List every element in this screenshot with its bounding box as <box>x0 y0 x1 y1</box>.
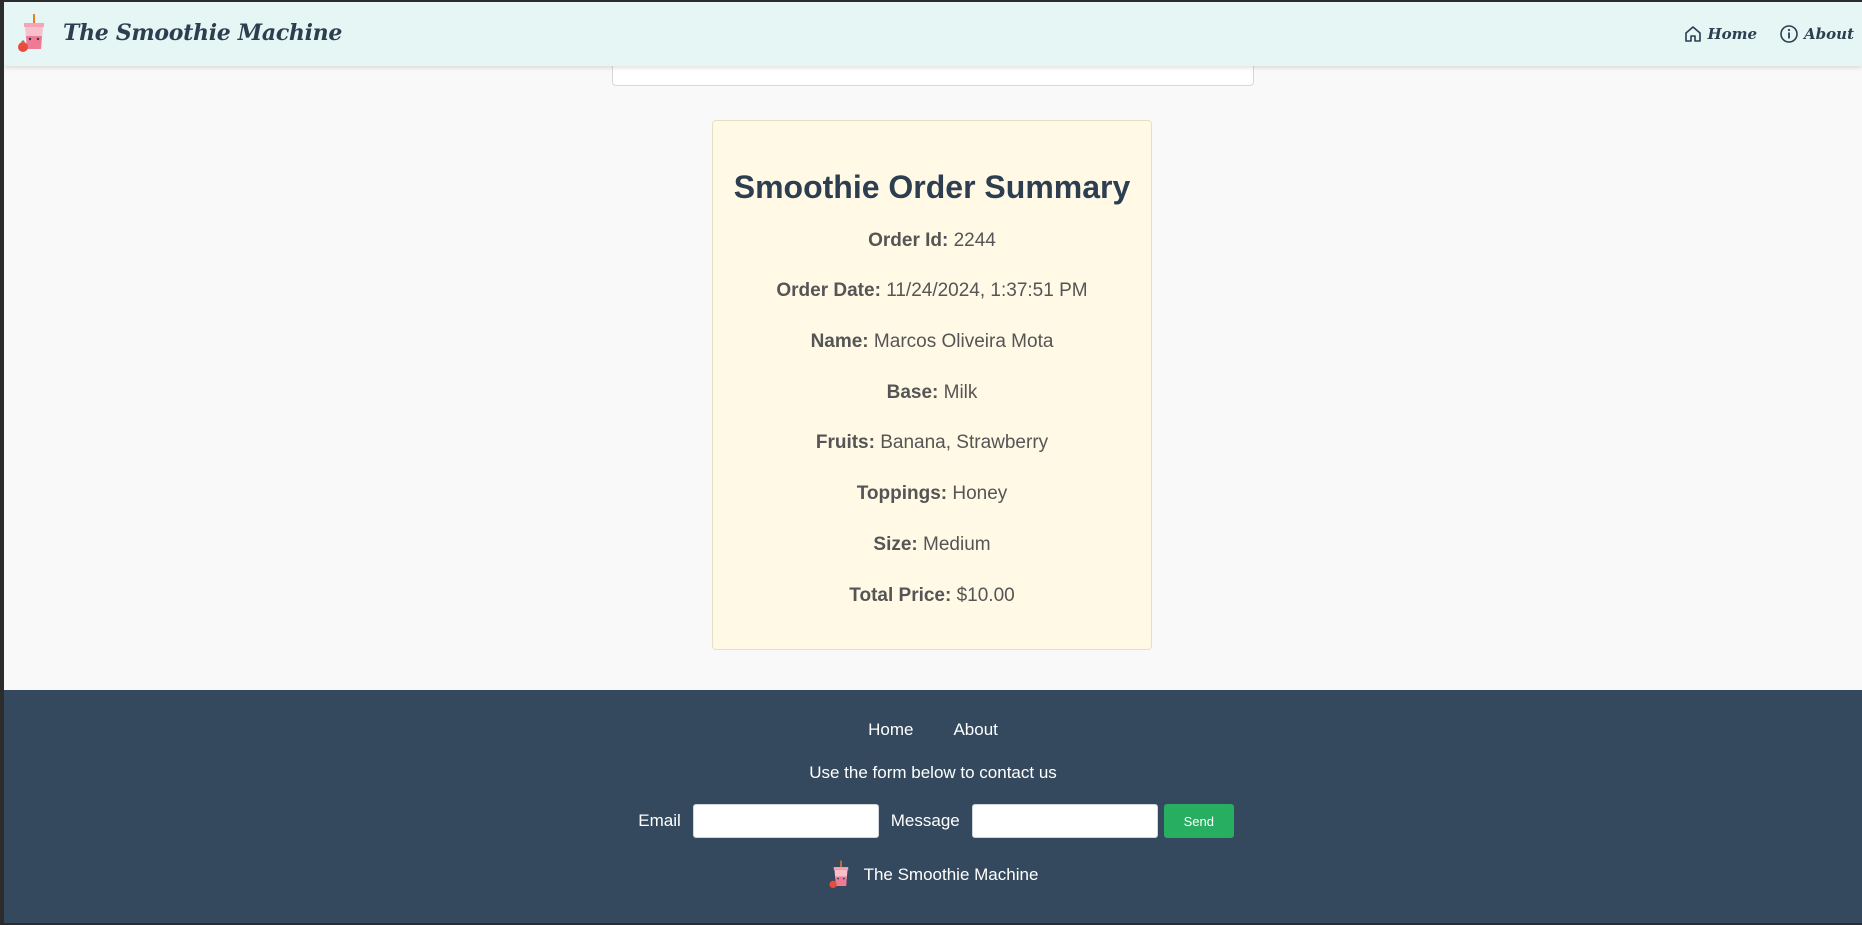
nav-about[interactable]: About <box>1779 24 1854 44</box>
row-value: Honey <box>952 483 1008 504</box>
footer-brand: The Smoothie Machine <box>4 860 1862 890</box>
row-value: 2244 <box>953 230 996 251</box>
app-window: The Smoothie Machine Home About Smoothie… <box>4 2 1862 923</box>
row-size: Size: Medium <box>713 534 1151 556</box>
brand-title[interactable]: The Smoothie Machine <box>63 20 342 46</box>
row-label: Base: <box>886 382 939 403</box>
row-value: $10.00 <box>956 585 1015 606</box>
top-nav: Home About <box>1684 24 1854 44</box>
smoothie-logo-icon <box>829 860 848 888</box>
footer-links: Home About <box>4 720 1862 740</box>
footer-link-home[interactable]: Home <box>868 720 913 740</box>
nav-about-label: About <box>1804 25 1854 43</box>
row-value: Milk <box>943 382 978 403</box>
row-toppings: Toppings: Honey <box>713 483 1151 505</box>
row-total-price: Total Price: $10.00 <box>713 585 1151 607</box>
row-value: Banana, Strawberry <box>880 432 1049 453</box>
contact-form: Email Message Send <box>4 804 1862 838</box>
order-summary-card: Smoothie Order Summary Order Id: 2244 Or… <box>712 120 1152 650</box>
row-label: Toppings: <box>856 483 948 504</box>
row-label: Name: <box>810 331 869 352</box>
nav-home-label: Home <box>1707 25 1758 43</box>
row-base: Base: Milk <box>713 382 1151 404</box>
email-label: Email <box>638 811 681 830</box>
row-value: Marcos Oliveira Mota <box>873 331 1054 352</box>
info-icon <box>1780 25 1798 43</box>
footer: Home About Use the form below to contact… <box>4 690 1862 923</box>
row-order-id: Order Id: 2244 <box>713 230 1151 252</box>
row-order-date: Order Date: 11/24/2024, 1:37:51 PM <box>713 280 1151 302</box>
row-value: Medium <box>923 534 991 555</box>
footer-link-about[interactable]: About <box>953 720 997 740</box>
row-label: Order Date: <box>776 280 881 301</box>
row-label: Size: <box>873 534 918 555</box>
row-label: Total Price: <box>849 585 952 606</box>
smoothie-logo-icon <box>18 14 44 52</box>
footer-brand-name: The Smoothie Machine <box>863 865 1039 884</box>
top-navbar: The Smoothie Machine Home About <box>4 2 1862 66</box>
nav-home[interactable]: Home <box>1684 25 1757 43</box>
message-label: Message <box>890 811 960 830</box>
send-button[interactable]: Send <box>1163 804 1234 838</box>
row-label: Order Id: <box>868 230 949 251</box>
contact-note: Use the form below to contact us <box>809 763 1057 782</box>
row-name: Name: Marcos Oliveira Mota <box>713 331 1151 353</box>
row-fruits: Fruits: Banana, Strawberry <box>713 432 1151 454</box>
row-value: 11/24/2024, 1:37:51 PM <box>886 280 1088 301</box>
home-icon <box>1685 26 1702 42</box>
email-field[interactable] <box>692 804 879 838</box>
summary-title: Smoothie Order Summary <box>733 169 1131 205</box>
message-field[interactable] <box>971 804 1158 838</box>
row-label: Fruits: <box>815 432 875 453</box>
